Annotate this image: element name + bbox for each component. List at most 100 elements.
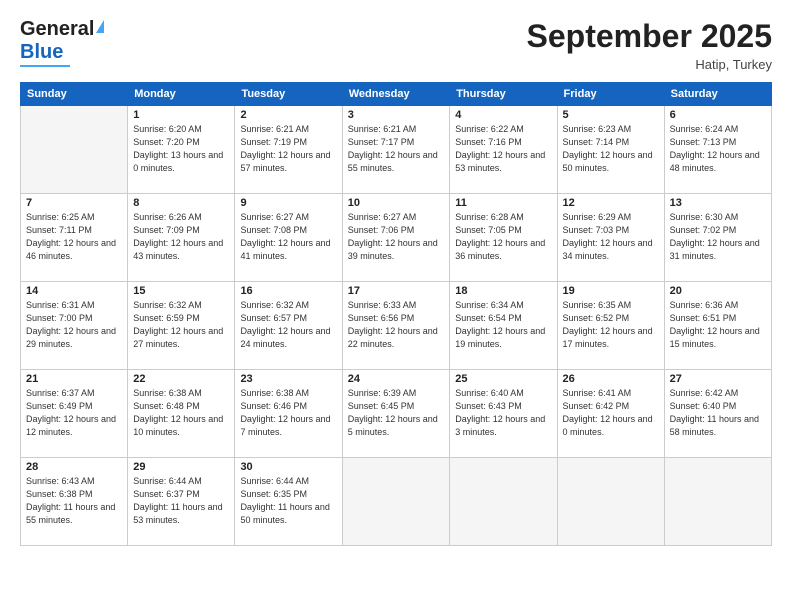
day-info: Sunrise: 6:44 AMSunset: 6:35 PMDaylight:…: [240, 475, 336, 527]
day-info: Sunrise: 6:25 AMSunset: 7:11 PMDaylight:…: [26, 211, 122, 263]
day-number: 1: [133, 109, 229, 121]
calendar-week-row: 1 Sunrise: 6:20 AMSunset: 7:20 PMDaylight…: [21, 106, 772, 194]
calendar-day-cell: 7 Sunrise: 6:25 AMSunset: 7:11 PMDaylight…: [21, 194, 128, 282]
location: Hatip, Turkey: [527, 57, 772, 72]
day-number: 8: [133, 197, 229, 209]
calendar-day-cell: 10 Sunrise: 6:27 AMSunset: 7:06 PMDayligh…: [342, 194, 450, 282]
calendar-week-row: 21 Sunrise: 6:37 AMSunset: 6:49 PMDayligh…: [21, 370, 772, 458]
day-info: Sunrise: 6:41 AMSunset: 6:42 PMDaylight:…: [563, 387, 659, 439]
calendar-day-cell: 13Sunrise: 6:30 AMSunset: 7:02 PMDayligh…: [664, 194, 771, 282]
calendar-week-row: 14Sunrise: 6:31 AMSunset: 7:00 PMDayligh…: [21, 282, 772, 370]
day-info: Sunrise: 6:43 AMSunset: 6:38 PMDaylight:…: [26, 475, 122, 527]
day-number: 22: [133, 373, 229, 385]
calendar-day-cell: 15 Sunrise: 6:32 AMSunset: 6:59 PMDayligh…: [128, 282, 235, 370]
day-info: Sunrise: 6:40 AMSunset: 6:43 PMDaylight:…: [455, 387, 551, 439]
calendar-day-cell: 28 Sunrise: 6:43 AMSunset: 6:38 PMDayligh…: [21, 458, 128, 546]
day-number: 4: [455, 109, 551, 121]
header: General Blue September 2025 Hatip, Turke…: [20, 18, 772, 72]
calendar-day-cell: 16 Sunrise: 6:32 AMSunset: 6:57 PMDayligh…: [235, 282, 342, 370]
day-number: 16: [240, 285, 336, 297]
calendar-table: SundayMondayTuesdayWednesdayThursdayFrid…: [20, 82, 772, 546]
calendar-day-cell: 26 Sunrise: 6:41 AMSunset: 6:42 PMDayligh…: [557, 370, 664, 458]
day-info: Sunrise: 6:23 AMSunset: 7:14 PMDaylight:…: [563, 123, 659, 175]
calendar-day-cell: 11Sunrise: 6:28 AMSunset: 7:05 PMDayligh…: [450, 194, 557, 282]
logo-general-text: General: [20, 18, 94, 41]
day-info: Sunrise: 6:38 AMSunset: 6:46 PMDaylight:…: [240, 387, 336, 439]
title-area: September 2025 Hatip, Turkey: [527, 18, 772, 72]
day-number: 18: [455, 285, 551, 297]
calendar-day-cell: [21, 106, 128, 194]
day-number: 10: [348, 197, 445, 209]
day-info: Sunrise: 6:27 AMSunset: 7:06 PMDaylight:…: [348, 211, 445, 263]
day-info: Sunrise: 6:27 AMSunset: 7:08 PMDaylight:…: [240, 211, 336, 263]
day-info: Sunrise: 6:33 AMSunset: 6:56 PMDaylight:…: [348, 299, 445, 351]
day-info: Sunrise: 6:44 AMSunset: 6:37 PMDaylight:…: [133, 475, 229, 527]
logo-blue-text: Blue: [20, 41, 63, 64]
calendar-header-saturday: Saturday: [664, 83, 771, 106]
calendar-day-cell: [450, 458, 557, 546]
calendar-day-cell: 20Sunrise: 6:36 AMSunset: 6:51 PMDayligh…: [664, 282, 771, 370]
day-number: 17: [348, 285, 445, 297]
calendar-day-cell: [664, 458, 771, 546]
calendar-day-cell: 21 Sunrise: 6:37 AMSunset: 6:49 PMDayligh…: [21, 370, 128, 458]
day-info: Sunrise: 6:22 AMSunset: 7:16 PMDaylight:…: [455, 123, 551, 175]
day-info: Sunrise: 6:35 AMSunset: 6:52 PMDaylight:…: [563, 299, 659, 351]
calendar-day-cell: 27 Sunrise: 6:42 AMSunset: 6:40 PMDayligh…: [664, 370, 771, 458]
day-number: 15: [133, 285, 229, 297]
day-number: 24: [348, 373, 445, 385]
day-number: 12: [563, 197, 659, 209]
logo-blue-underline: [20, 65, 70, 67]
calendar-header-wednesday: Wednesday: [342, 83, 450, 106]
calendar-day-cell: 6 Sunrise: 6:24 AMSunset: 7:13 PMDaylight…: [664, 106, 771, 194]
day-number: 30: [240, 461, 336, 473]
calendar-day-cell: 18 Sunrise: 6:34 AMSunset: 6:54 PMDayligh…: [450, 282, 557, 370]
day-number: 26: [563, 373, 659, 385]
logo: General Blue: [20, 18, 104, 67]
calendar-day-cell: 29 Sunrise: 6:44 AMSunset: 6:37 PMDayligh…: [128, 458, 235, 546]
calendar-day-cell: 12 Sunrise: 6:29 AMSunset: 7:03 PMDayligh…: [557, 194, 664, 282]
day-info: Sunrise: 6:39 AMSunset: 6:45 PMDaylight:…: [348, 387, 445, 439]
calendar-week-row: 28 Sunrise: 6:43 AMSunset: 6:38 PMDayligh…: [21, 458, 772, 546]
calendar-day-cell: 30 Sunrise: 6:44 AMSunset: 6:35 PMDayligh…: [235, 458, 342, 546]
day-info: Sunrise: 6:37 AMSunset: 6:49 PMDaylight:…: [26, 387, 122, 439]
day-info: Sunrise: 6:28 AMSunset: 7:05 PMDaylight:…: [455, 211, 551, 263]
day-number: 21: [26, 373, 122, 385]
day-info: Sunrise: 6:42 AMSunset: 6:40 PMDaylight:…: [670, 387, 766, 439]
day-number: 19: [563, 285, 659, 297]
day-info: Sunrise: 6:32 AMSunset: 6:59 PMDaylight:…: [133, 299, 229, 351]
calendar-week-row: 7 Sunrise: 6:25 AMSunset: 7:11 PMDaylight…: [21, 194, 772, 282]
calendar-day-cell: 2 Sunrise: 6:21 AMSunset: 7:19 PMDaylight…: [235, 106, 342, 194]
day-number: 3: [348, 109, 445, 121]
calendar-header-monday: Monday: [128, 83, 235, 106]
day-number: 27: [670, 373, 766, 385]
day-number: 13: [670, 197, 766, 209]
calendar-day-cell: [557, 458, 664, 546]
day-number: 9: [240, 197, 336, 209]
day-number: 14: [26, 285, 122, 297]
day-number: 7: [26, 197, 122, 209]
calendar-day-cell: 5 Sunrise: 6:23 AMSunset: 7:14 PMDaylight…: [557, 106, 664, 194]
day-number: 25: [455, 373, 551, 385]
day-number: 28: [26, 461, 122, 473]
day-number: 29: [133, 461, 229, 473]
day-info: Sunrise: 6:32 AMSunset: 6:57 PMDaylight:…: [240, 299, 336, 351]
calendar-day-cell: 3 Sunrise: 6:21 AMSunset: 7:17 PMDaylight…: [342, 106, 450, 194]
day-info: Sunrise: 6:20 AMSunset: 7:20 PMDaylight:…: [133, 123, 229, 175]
day-number: 5: [563, 109, 659, 121]
day-info: Sunrise: 6:26 AMSunset: 7:09 PMDaylight:…: [133, 211, 229, 263]
calendar-day-cell: [342, 458, 450, 546]
calendar-day-cell: 17 Sunrise: 6:33 AMSunset: 6:56 PMDayligh…: [342, 282, 450, 370]
day-info: Sunrise: 6:34 AMSunset: 6:54 PMDaylight:…: [455, 299, 551, 351]
day-info: Sunrise: 6:24 AMSunset: 7:13 PMDaylight:…: [670, 123, 766, 175]
day-info: Sunrise: 6:21 AMSunset: 7:17 PMDaylight:…: [348, 123, 445, 175]
page: General Blue September 2025 Hatip, Turke…: [0, 0, 792, 612]
day-number: 6: [670, 109, 766, 121]
calendar-day-cell: 4 Sunrise: 6:22 AMSunset: 7:16 PMDaylight…: [450, 106, 557, 194]
day-info: Sunrise: 6:29 AMSunset: 7:03 PMDaylight:…: [563, 211, 659, 263]
day-number: 2: [240, 109, 336, 121]
day-info: Sunrise: 6:36 AMSunset: 6:51 PMDaylight:…: [670, 299, 766, 351]
day-info: Sunrise: 6:21 AMSunset: 7:19 PMDaylight:…: [240, 123, 336, 175]
calendar-day-cell: 22Sunrise: 6:38 AMSunset: 6:48 PMDayligh…: [128, 370, 235, 458]
calendar-header-thursday: Thursday: [450, 83, 557, 106]
calendar-header-row: SundayMondayTuesdayWednesdayThursdayFrid…: [21, 83, 772, 106]
